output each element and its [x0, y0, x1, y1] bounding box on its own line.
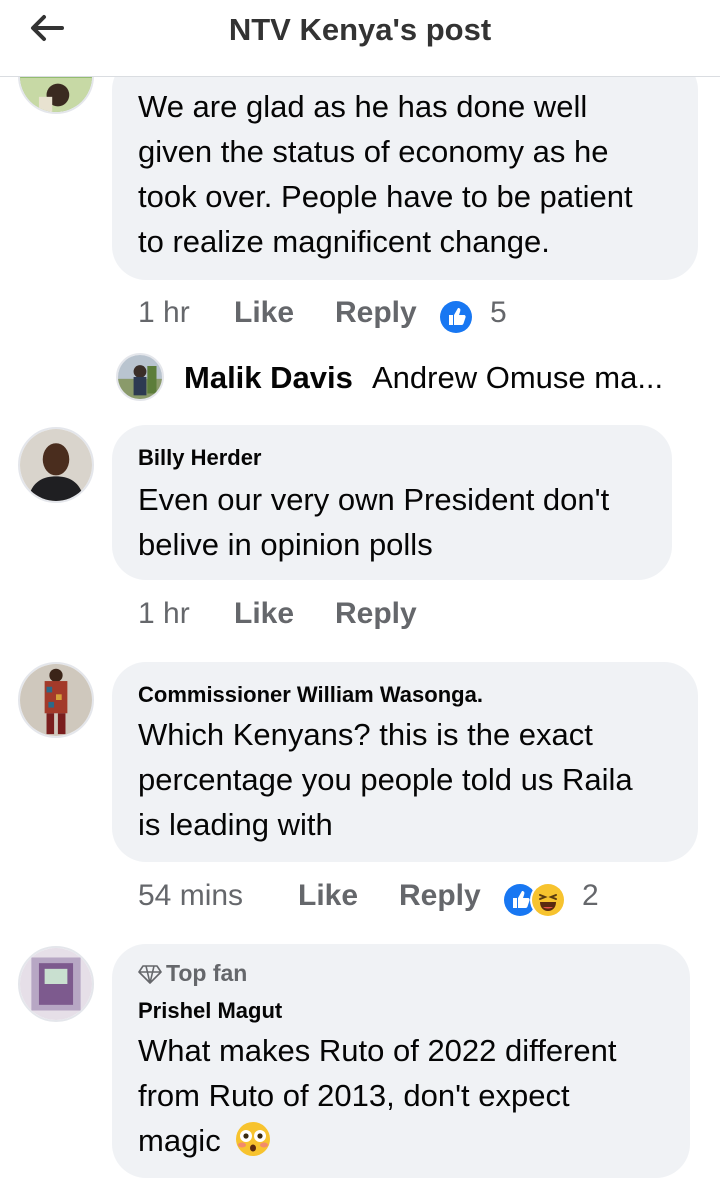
comment-line: percentage you people told us Raila [138, 762, 633, 797]
like-button[interactable]: Like [298, 879, 358, 913]
avatar[interactable] [18, 427, 94, 503]
comment-text: Which Kenyans? this is the exact percent… [138, 712, 633, 847]
comment-line: We are glad as he has done well [138, 89, 588, 124]
reply-preview[interactable]: Malik Davis Andrew Omuse ma... [116, 352, 706, 404]
comment-bubble[interactable]: Billy Herder Even our very own President… [112, 425, 672, 580]
comment-text: Even our very own President don't belive… [138, 477, 609, 567]
comment-line: took over. People have to be patient [138, 179, 633, 214]
comment-line: Even our very own President don't [138, 482, 610, 517]
comment-line-text: magic [138, 1123, 221, 1158]
comment-actions: 1 hr Like Reply 5 [138, 296, 638, 336]
flushed-face-icon [235, 1121, 271, 1169]
comment-line: given the status of economy as he [138, 134, 609, 169]
top-fan-badge: Top fan [138, 960, 247, 987]
diamond-icon [138, 965, 162, 984]
comment-line: from Ruto of 2013, don't expect [138, 1078, 570, 1113]
comment-author[interactable]: Billy Herder [138, 445, 262, 471]
reply-author[interactable]: Malik Davis [184, 360, 353, 396]
reply-button[interactable]: Reply [335, 597, 417, 631]
laughing-icon[interactable] [532, 884, 564, 916]
like-icon[interactable] [440, 301, 472, 333]
comment-author[interactable]: Prishel Magut [138, 998, 282, 1024]
comment-text: We are glad as he has done well given th… [138, 84, 633, 264]
avatar[interactable] [18, 946, 94, 1022]
badge-label: Top fan [166, 960, 248, 986]
like-button[interactable]: Like [234, 296, 294, 330]
top-bar: NTV Kenya's post [0, 0, 720, 77]
avatar [116, 353, 164, 401]
comment-line: to realize magnificent change. [138, 224, 550, 259]
comment-bubble[interactable]: Commissioner William Wasonga. Which Keny… [112, 662, 698, 862]
reaction-count[interactable]: 5 [490, 296, 507, 330]
reply-button[interactable]: Reply [335, 296, 417, 330]
comment-line: Which Kenyans? this is the exact [138, 717, 593, 752]
comment-bubble[interactable]: Top fan Prishel Magut What makes Ruto of… [112, 944, 690, 1178]
timestamp: 1 hr [138, 597, 190, 630]
comment-text: What makes Ruto of 2022 different from R… [138, 1028, 616, 1169]
avatar[interactable] [18, 662, 94, 738]
page-title: NTV Kenya's post [228, 12, 492, 47]
reply-button[interactable]: Reply [399, 879, 481, 913]
comment-actions: 1 hr Like Reply [138, 597, 538, 637]
comment-author[interactable]: Commissioner William Wasonga. [138, 682, 483, 708]
comment-line: belive in opinion polls [138, 527, 433, 562]
reaction-count[interactable]: 2 [582, 879, 599, 913]
comment-line: magic [138, 1118, 616, 1169]
comment-actions: 54 mins Like Reply 2 [138, 879, 638, 919]
comment-bubble[interactable]: We are glad as he has done well given th… [112, 56, 698, 280]
timestamp: 1 hr [138, 296, 190, 329]
comment-line: is leading with [138, 807, 333, 842]
like-button[interactable]: Like [234, 597, 294, 631]
reply-snippet: Andrew Omuse ma... [372, 360, 664, 395]
timestamp: 54 mins [138, 879, 244, 912]
comment-line: What makes Ruto of 2022 different [138, 1033, 617, 1068]
